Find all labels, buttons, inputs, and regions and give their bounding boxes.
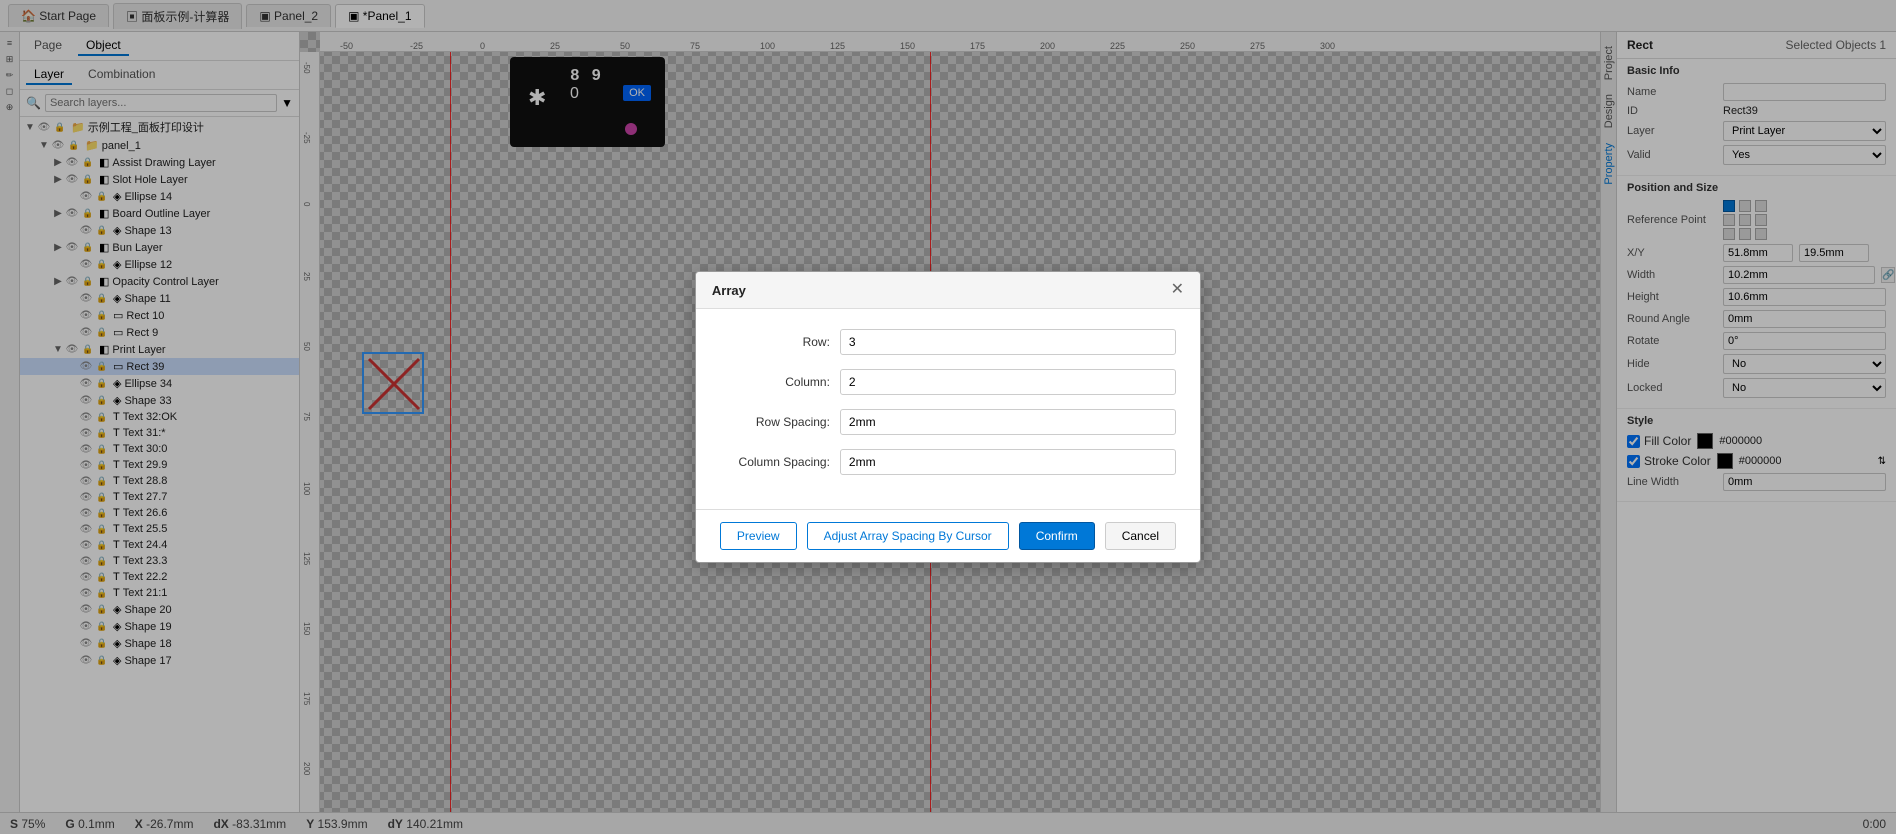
col-spacing-input[interactable]	[840, 449, 1176, 475]
column-field: Column:	[720, 369, 1176, 395]
column-input[interactable]	[840, 369, 1176, 395]
modal-overlay: Array ✕ Row: Column: Row Spacing: Column…	[0, 0, 1896, 834]
row-spacing-field: Row Spacing:	[720, 409, 1176, 435]
adjust-cursor-button[interactable]: Adjust Array Spacing By Cursor	[807, 522, 1009, 550]
column-label: Column:	[720, 375, 830, 389]
col-spacing-field: Column Spacing:	[720, 449, 1176, 475]
row-spacing-input[interactable]	[840, 409, 1176, 435]
modal-footer: Preview Adjust Array Spacing By Cursor C…	[696, 509, 1200, 562]
array-modal: Array ✕ Row: Column: Row Spacing: Column…	[695, 271, 1201, 563]
preview-button[interactable]: Preview	[720, 522, 797, 550]
row-label: Row:	[720, 335, 830, 349]
row-spacing-label: Row Spacing:	[720, 415, 830, 429]
modal-title: Array	[712, 283, 746, 298]
modal-header: Array ✕	[696, 272, 1200, 309]
modal-close-button[interactable]: ✕	[1171, 282, 1184, 298]
row-input[interactable]	[840, 329, 1176, 355]
row-field: Row:	[720, 329, 1176, 355]
cancel-button[interactable]: Cancel	[1105, 522, 1176, 550]
col-spacing-label: Column Spacing:	[720, 455, 830, 469]
confirm-button[interactable]: Confirm	[1019, 522, 1095, 550]
modal-body: Row: Column: Row Spacing: Column Spacing…	[696, 309, 1200, 509]
